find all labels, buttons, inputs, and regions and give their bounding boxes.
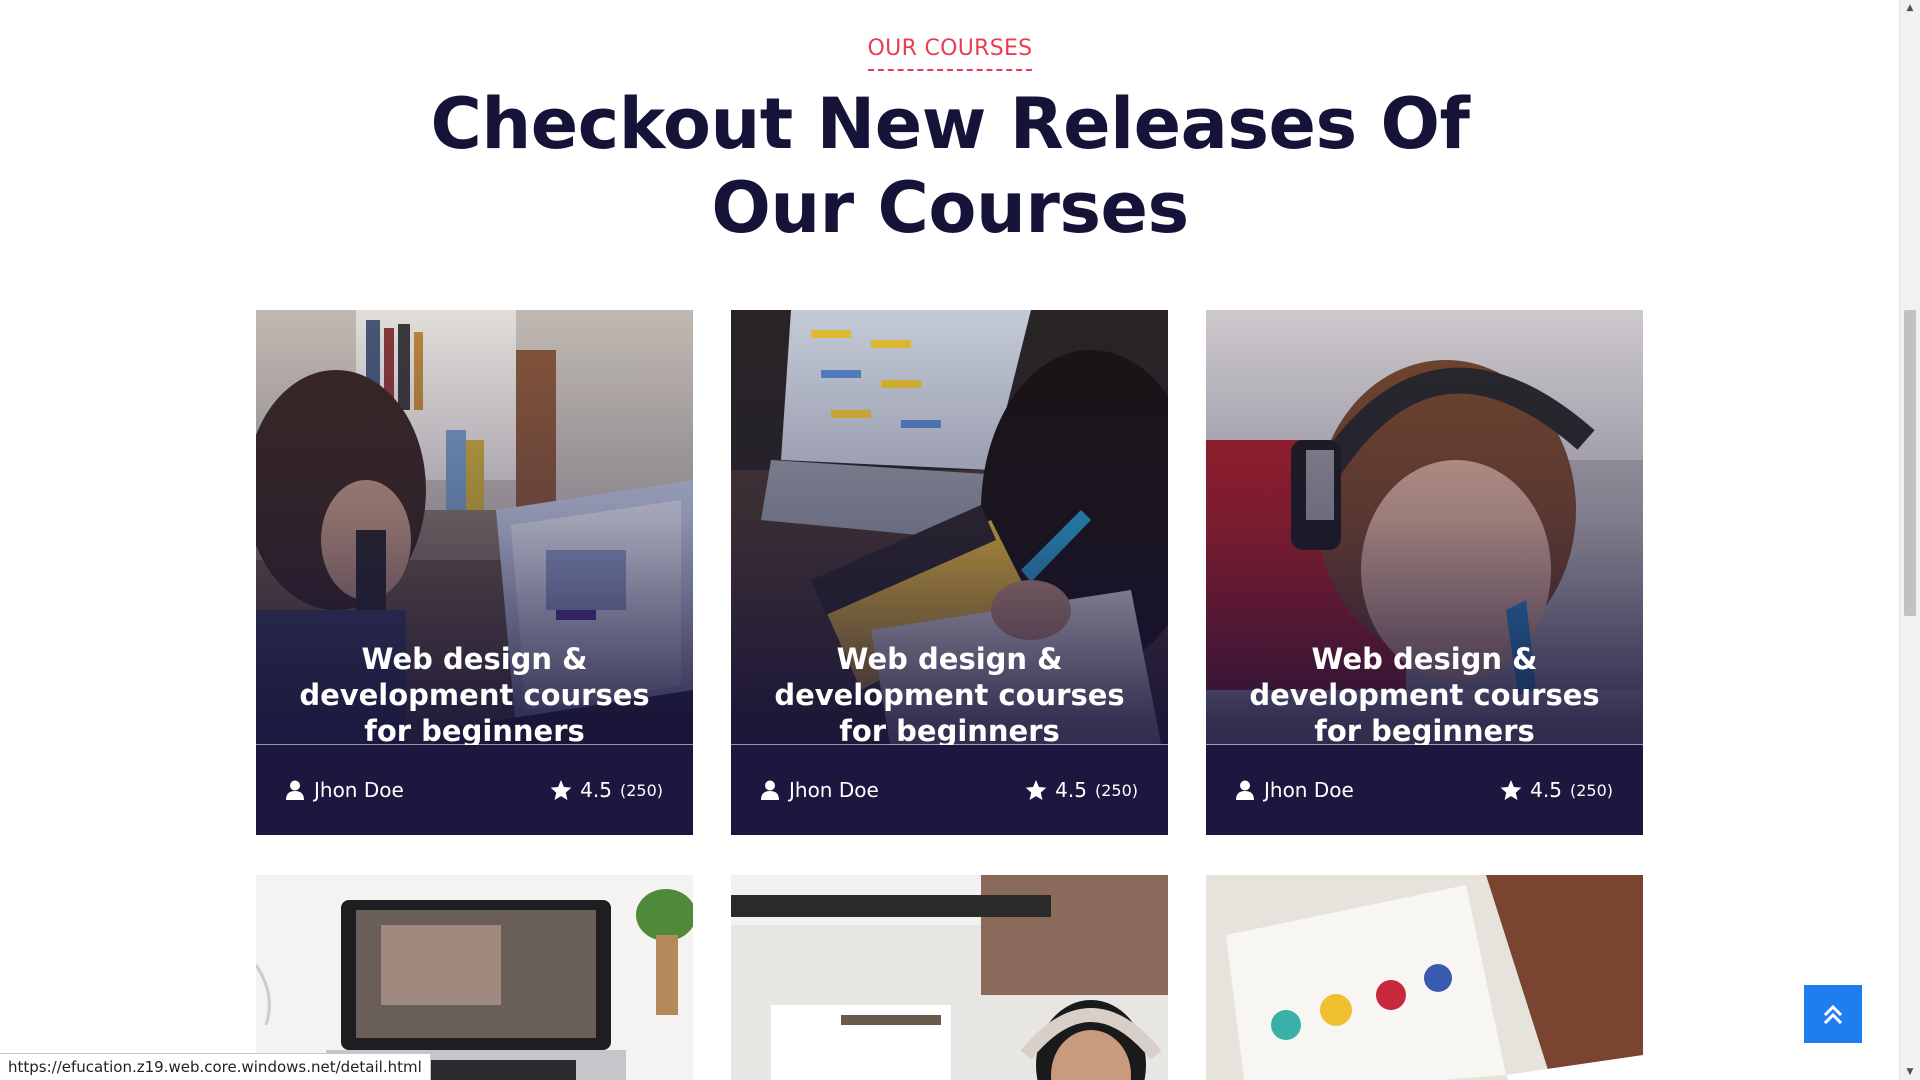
- user-icon: [1236, 780, 1254, 800]
- vertical-scrollbar[interactable]: ▲ ▼: [1899, 0, 1920, 1080]
- user-icon: [761, 780, 779, 800]
- double-chevron-up-icon: [1823, 1004, 1843, 1025]
- course-card[interactable]: [1206, 875, 1643, 1080]
- course-card[interactable]: Web design & development courses for beg…: [256, 310, 693, 835]
- rating-value: 4.5: [580, 778, 612, 802]
- course-card[interactable]: Web design & development courses for beg…: [731, 310, 1168, 835]
- scrollbar-thumb[interactable]: [1904, 310, 1916, 616]
- card-footer: Jhon Doe 4.5 (250): [1206, 745, 1643, 835]
- course-title[interactable]: Web design & development courses for beg…: [276, 641, 673, 749]
- rating-value: 4.5: [1055, 778, 1087, 802]
- course-card[interactable]: [256, 875, 693, 1080]
- course-card[interactable]: Web design & development courses for beg…: [1206, 310, 1643, 835]
- course-author: Jhon Doe: [1236, 778, 1354, 802]
- rating-count: (250): [1094, 780, 1138, 800]
- user-icon: [286, 780, 304, 800]
- author-name: Jhon Doe: [314, 778, 404, 802]
- eyebrow-label: OUR COURSES: [867, 36, 1033, 71]
- course-photo-laptop-on-desk: [256, 875, 693, 1080]
- section-eyebrow: OUR COURSES: [0, 36, 1900, 71]
- course-photo-laptop-web-design: [1206, 875, 1643, 1080]
- heading-line-1: Checkout New Releases Of: [430, 83, 1470, 165]
- rating-count: (250): [619, 780, 663, 800]
- course-title[interactable]: Web design & development courses for beg…: [751, 641, 1148, 749]
- star-icon: [550, 779, 572, 800]
- scroll-down-arrow-icon[interactable]: ▼: [1900, 1064, 1920, 1080]
- course-title[interactable]: Web design & development courses for beg…: [1226, 641, 1623, 749]
- page: OUR COURSES Checkout New Releases Of Our…: [0, 0, 1920, 1080]
- author-name: Jhon Doe: [789, 778, 879, 802]
- author-name: Jhon Doe: [1264, 778, 1354, 802]
- star-icon: [1500, 779, 1522, 800]
- card-footer: Jhon Doe 4.5 (250): [256, 745, 693, 835]
- rating-count: (250): [1569, 780, 1613, 800]
- course-rating: 4.5 (250): [1500, 778, 1613, 802]
- course-photo-student-in-room: [731, 875, 1168, 1080]
- course-rating: 4.5 (250): [1025, 778, 1138, 802]
- rating-value: 4.5: [1530, 778, 1562, 802]
- course-rating: 4.5 (250): [550, 778, 663, 802]
- status-bar-url: https://efucation.z19.web.core.windows.n…: [0, 1053, 431, 1080]
- star-icon: [1025, 779, 1047, 800]
- heading-line-2: Our Courses: [711, 167, 1189, 249]
- course-card[interactable]: [731, 875, 1168, 1080]
- scroll-up-arrow-icon[interactable]: ▲: [1900, 0, 1920, 16]
- back-to-top-button[interactable]: [1804, 985, 1862, 1043]
- course-author: Jhon Doe: [286, 778, 404, 802]
- card-footer: Jhon Doe 4.5 (250): [731, 745, 1168, 835]
- course-author: Jhon Doe: [761, 778, 879, 802]
- section-heading: Checkout New Releases Of Our Courses: [0, 82, 1900, 250]
